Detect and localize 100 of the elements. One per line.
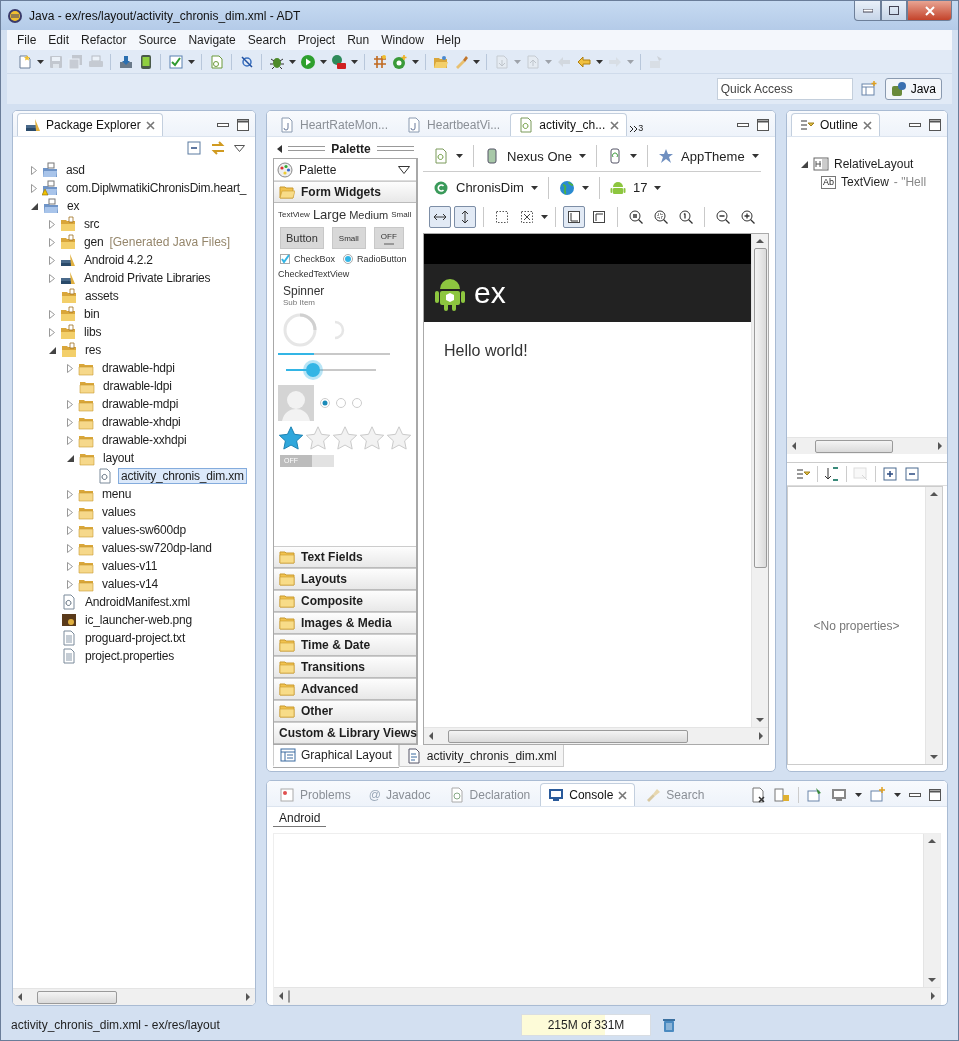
radio-button[interactable] [336, 398, 346, 408]
scroll-thumb[interactable] [288, 989, 290, 1003]
tree-item[interactable]: project.properties [82, 648, 178, 664]
collapsed-triangle-icon[interactable] [67, 399, 73, 409]
view-tab[interactable]: Outline [791, 113, 881, 136]
horizontal-scrollbar[interactable] [274, 987, 940, 1004]
tree-item[interactable]: res [82, 342, 105, 358]
tree-item[interactable]: values-sw720dp-land [99, 540, 215, 556]
scroll-thumb[interactable] [448, 729, 688, 743]
main-menu-entry[interactable]: Window [375, 33, 430, 47]
scroll-arrow-icon[interactable] [928, 838, 936, 844]
collapsed-triangle-icon[interactable] [31, 165, 37, 175]
tree-item[interactable]: bin [81, 306, 103, 322]
palette-category[interactable]: Custom & Library Views [274, 722, 416, 744]
open-folder-icon[interactable] [433, 53, 449, 70]
tree-item[interactable]: values-sw600dp [99, 522, 189, 538]
sort-icon[interactable] [824, 466, 840, 482]
collapse-all-icon[interactable] [904, 466, 920, 482]
close-icon[interactable] [610, 120, 620, 130]
caret-icon[interactable] [412, 59, 419, 64]
tree-item[interactable]: ic_launcher-web.png [82, 612, 195, 628]
seek-thumb[interactable] [306, 363, 320, 377]
palette-category[interactable]: Form Widgets [274, 181, 416, 203]
trash-icon[interactable] [661, 1017, 677, 1033]
quick-access-field[interactable]: Quick Access [716, 78, 853, 100]
main-menu-entry[interactable]: Run [341, 33, 376, 47]
close-icon[interactable] [863, 120, 873, 130]
tree-item[interactable]: src [81, 216, 103, 232]
caret-icon[interactable] [630, 154, 638, 158]
caret-icon[interactable] [456, 154, 463, 158]
collapsed-triangle-icon[interactable] [67, 489, 73, 499]
tree-item[interactable]: drawable-hdpi [99, 360, 178, 376]
collapsed-triangle-icon[interactable] [67, 525, 73, 535]
collapsed-triangle-icon[interactable] [31, 183, 37, 193]
main-menu-entry[interactable]: Navigate [182, 33, 242, 47]
layout-corner-icon[interactable] [563, 206, 585, 228]
collapse-arrow-icon[interactable] [277, 144, 282, 153]
main-menu-entry[interactable]: Refactor [75, 33, 133, 47]
vertical-scrollbar[interactable] [923, 834, 940, 987]
fit-height-icon[interactable] [454, 206, 476, 228]
caret-icon[interactable] [351, 59, 358, 64]
tree-item[interactable]: AndroidManifest.xml [82, 594, 193, 610]
caret-icon[interactable] [289, 59, 296, 64]
clear-console-icon[interactable] [750, 786, 766, 803]
palette-category[interactable]: Other [274, 700, 416, 722]
main-menu-entry[interactable]: Edit [42, 33, 76, 47]
caret-icon[interactable] [579, 154, 587, 158]
scroll-arrow-icon[interactable] [428, 732, 434, 740]
caret-icon[interactable] [894, 792, 901, 797]
toggle-button-sample[interactable]: OFF [373, 227, 404, 249]
button-sample[interactable]: Small [331, 227, 366, 249]
maximize-icon[interactable] [929, 118, 941, 131]
editor-tab[interactable]: activity_ch... [510, 113, 628, 136]
collapsed-triangle-icon[interactable] [67, 507, 73, 517]
expanded-triangle-icon[interactable] [67, 454, 74, 462]
radio-button[interactable] [320, 398, 330, 408]
main-menu-entry[interactable]: Search [241, 33, 292, 47]
slash-icon[interactable] [239, 53, 255, 70]
expanded-triangle-icon[interactable] [31, 202, 38, 210]
caret-icon[interactable] [541, 215, 548, 219]
tree-item[interactable]: gen [81, 234, 107, 250]
grid-icon[interactable] [372, 53, 388, 70]
caret-icon[interactable] [320, 59, 327, 64]
tree-item[interactable]: drawable-mdpi [99, 396, 182, 412]
collapsed-triangle-icon[interactable] [67, 579, 73, 589]
overflow-count[interactable]: 3 [638, 123, 644, 133]
collapsed-triangle-icon[interactable] [67, 561, 73, 571]
scroll-arrow-icon[interactable] [278, 992, 284, 1000]
palette-category[interactable]: Images & Media [274, 612, 416, 634]
tree-item[interactable]: assets [82, 288, 122, 304]
scroll-arrow-icon[interactable] [930, 754, 938, 760]
view-tab[interactable]: Package Explorer [17, 113, 163, 136]
tree-item[interactable]: com.DiplwmatikiChronisDim.heart_ [63, 180, 250, 196]
scroll-arrow-icon[interactable] [791, 442, 797, 450]
tree-item[interactable]: values [99, 504, 139, 520]
expanded-triangle-icon[interactable] [49, 346, 56, 354]
scroll-arrow-icon[interactable] [930, 491, 938, 497]
pin-icon[interactable] [807, 786, 823, 803]
maximize-icon[interactable] [237, 118, 249, 131]
caret-icon[interactable] [654, 185, 662, 190]
caret-icon[interactable] [855, 792, 862, 797]
collapsed-triangle-icon[interactable] [67, 543, 73, 553]
outline-item[interactable]: RelativeLayout [834, 157, 914, 171]
config-dropdown[interactable]: 17 [599, 176, 672, 199]
radio-button[interactable] [343, 254, 354, 264]
caret-icon[interactable] [188, 59, 195, 64]
caret-icon[interactable] [473, 59, 480, 64]
horizontal-scrollbar[interactable] [787, 437, 947, 454]
caret-icon[interactable] [596, 59, 603, 64]
main-menu-entry[interactable]: Project [291, 33, 342, 47]
tree-item[interactable]: drawable-ldpi [100, 378, 175, 394]
collapsed-triangle-icon[interactable] [49, 237, 55, 247]
checkbox[interactable] [280, 254, 290, 264]
collapse-all-icon[interactable] [186, 140, 202, 156]
tree-item[interactable]: activity_chronis_dim.xm [118, 468, 247, 484]
caret-icon[interactable] [581, 185, 589, 190]
config-dropdown[interactable]: ChronisDim [429, 176, 549, 199]
main-menu-entry[interactable]: Help [429, 33, 467, 47]
monitor-icon[interactable] [831, 786, 847, 803]
close-icon[interactable] [145, 120, 155, 130]
